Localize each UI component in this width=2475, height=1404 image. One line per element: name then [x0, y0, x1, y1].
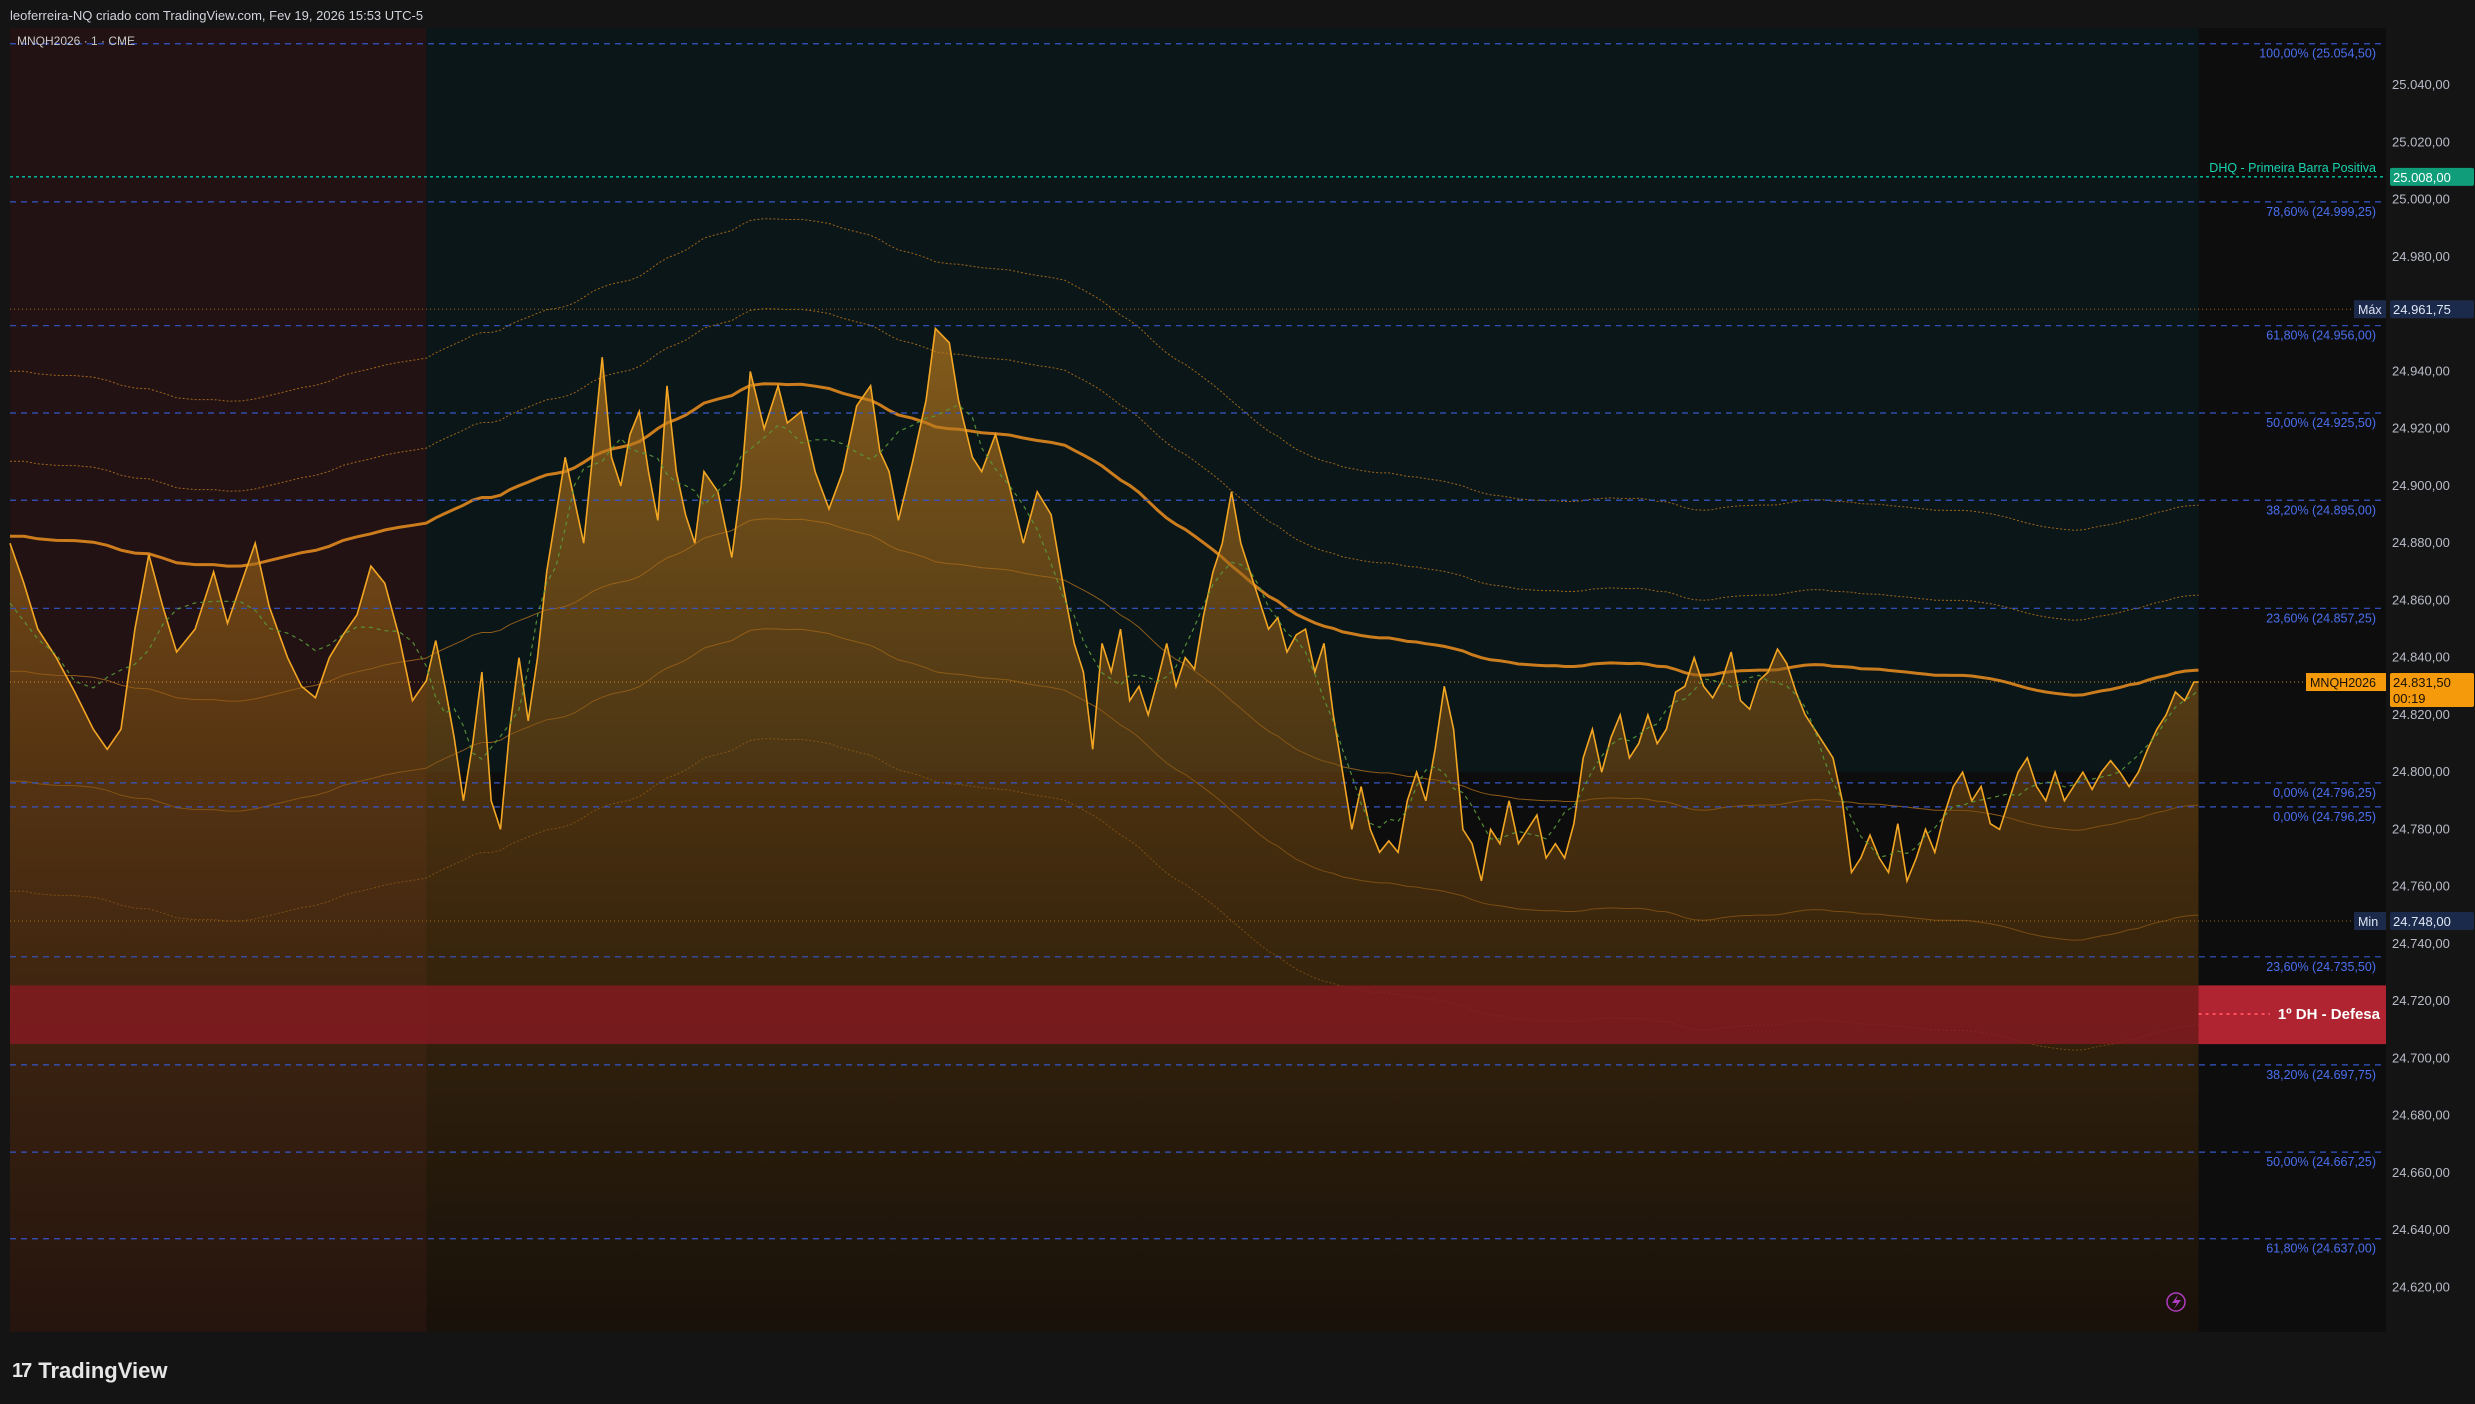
fib-label: 50,00% (24.667,25)	[2266, 1155, 2376, 1169]
fib-label: 100,00% (25.054,50)	[2259, 47, 2376, 61]
price-chart[interactable]: 1º DH - Defesa 100,00% (25.054,50) 78,60% …	[0, 0, 2475, 1404]
fib-label: 61,80% (24.956,00)	[2266, 329, 2376, 343]
y-tick-label: 24.860,00	[2392, 592, 2450, 607]
y-tick-label: 24.940,00	[2392, 363, 2450, 378]
chart-area[interactable]: 1º DH - Defesa 100,00% (25.054,50) 78,60% …	[0, 0, 2475, 1404]
y-tick-label: 25.000,00	[2392, 192, 2450, 207]
last-price-value: 24.831,50	[2393, 675, 2451, 690]
y-tick-label: 24.660,00	[2392, 1165, 2450, 1180]
y-tick-label: 24.760,00	[2392, 879, 2450, 894]
dhq-label: DHQ - Primeira Barra Positiva	[2209, 161, 2376, 175]
symbol-label[interactable]: MNQH2026 · 1 · CME	[17, 34, 135, 48]
fib-label: 0,00% (24.796,25)	[2273, 786, 2376, 800]
footer-bar	[0, 1340, 2475, 1404]
y-tick-label: 24.780,00	[2392, 821, 2450, 836]
min-value: 24.748,00	[2393, 914, 2451, 929]
y-tick-label: 24.900,00	[2392, 478, 2450, 493]
y-tick-label: 24.980,00	[2392, 249, 2450, 264]
fib-label: 61,80% (24.637,00)	[2266, 1242, 2376, 1256]
y-tick-label: 24.640,00	[2392, 1222, 2450, 1237]
chart-header-title: leoferreira-NQ criado com TradingView.co…	[10, 8, 424, 23]
max-value: 24.961,75	[2393, 302, 2451, 317]
defense-zone-label: 1º DH - Defesa	[2278, 1006, 2381, 1023]
bar-countdown: 00:19	[2393, 691, 2426, 706]
y-tick-label: 24.820,00	[2392, 707, 2450, 722]
y-tick-label: 25.020,00	[2392, 134, 2450, 149]
dhq-value: 25.008,00	[2393, 170, 2451, 185]
y-tick-label: 24.880,00	[2392, 535, 2450, 550]
fib-label: 38,20% (24.895,00)	[2266, 503, 2376, 517]
fib-label: 50,00% (24.925,50)	[2266, 416, 2376, 430]
y-tick-label: 24.800,00	[2392, 764, 2450, 779]
fib-label: 0,00% (24.796,25)	[2273, 810, 2376, 824]
max-tag-label: Máx	[2358, 303, 2382, 317]
tradingview-logo-text: TradingView	[38, 1358, 168, 1383]
tradingview-logo-icon: 17	[12, 1359, 32, 1382]
y-tick-label: 24.840,00	[2392, 650, 2450, 665]
y-tick-label: 24.920,00	[2392, 421, 2450, 436]
y-tick-label: 24.620,00	[2392, 1279, 2450, 1294]
fib-label: 38,20% (24.697,75)	[2266, 1068, 2376, 1082]
min-tag-label: Min	[2358, 915, 2378, 929]
fib-label: 23,60% (24.857,25)	[2266, 611, 2376, 625]
symbol-tag-label: MNQH2026	[2310, 676, 2376, 690]
y-tick-label: 25.040,00	[2392, 77, 2450, 92]
y-tick-label: 24.720,00	[2392, 993, 2450, 1008]
y-tick-label: 24.740,00	[2392, 936, 2450, 951]
fib-label: 23,60% (24.735,50)	[2266, 960, 2376, 974]
fib-label: 78,60% (24.999,25)	[2266, 205, 2376, 219]
defense-zone	[10, 985, 2386, 1045]
chart-header: leoferreira-NQ criado com TradingView.co…	[0, 0, 2475, 28]
tradingview-logo[interactable]: 17 TradingView	[12, 1358, 167, 1384]
y-tick-label: 24.680,00	[2392, 1108, 2450, 1123]
y-tick-label: 24.700,00	[2392, 1050, 2450, 1065]
